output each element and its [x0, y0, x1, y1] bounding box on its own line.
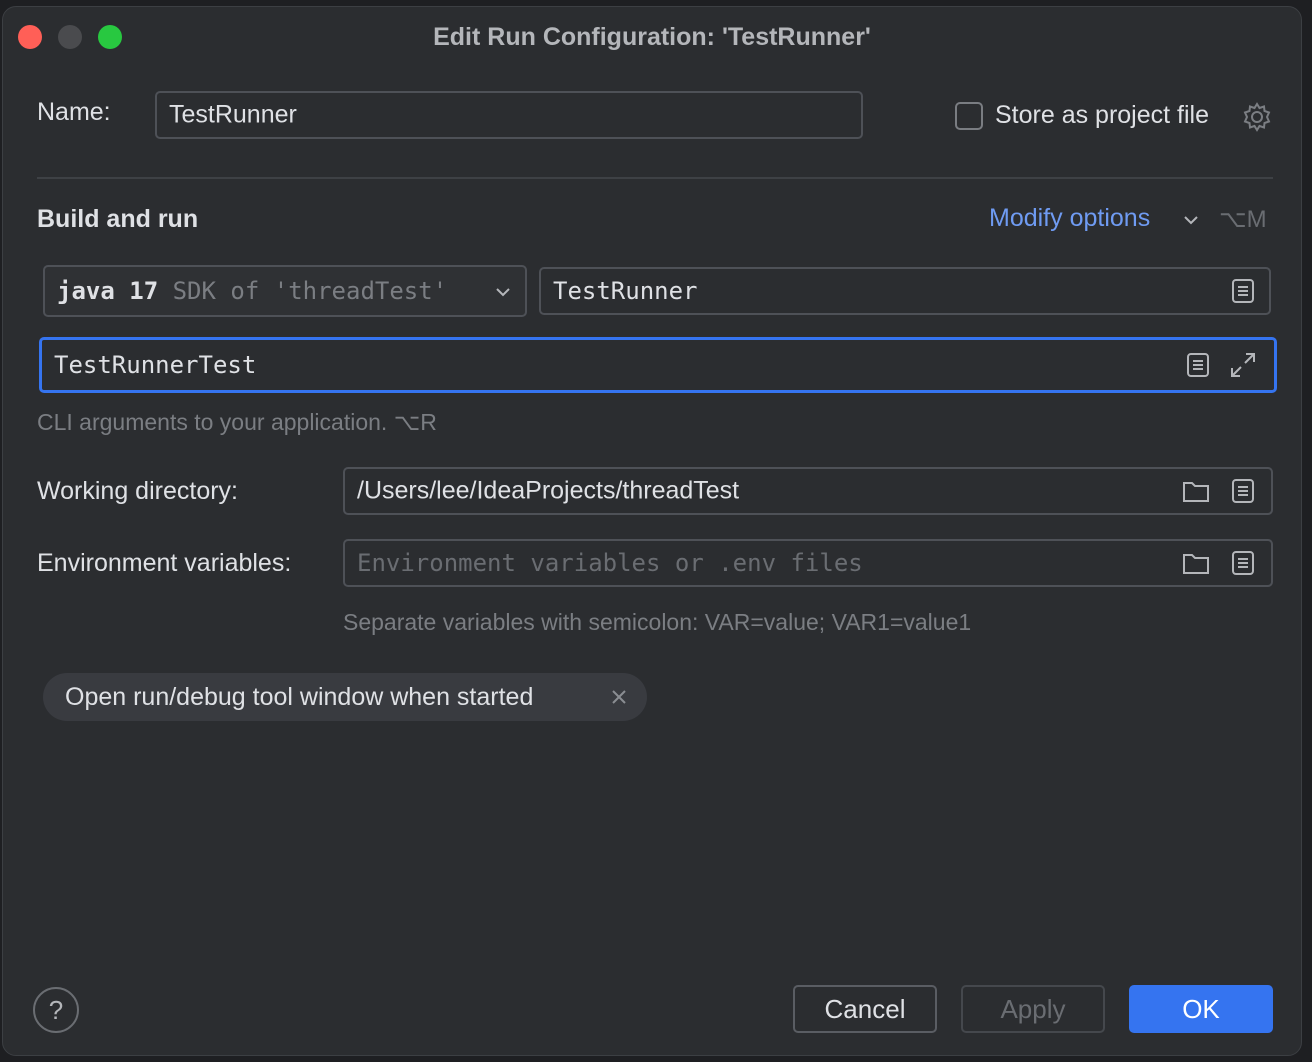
browse-class-icon[interactable] [1229, 277, 1257, 305]
name-input[interactable]: TestRunner [155, 91, 863, 139]
open-tool-window-option: Open run/debug tool window when started [43, 673, 647, 721]
folder-icon[interactable] [1181, 549, 1211, 577]
close-icon[interactable] [609, 687, 629, 707]
expand-icon[interactable] [1228, 350, 1258, 380]
modify-options-shortcut: ⌥M [1219, 206, 1267, 233]
chevron-down-icon[interactable] [493, 282, 513, 302]
environment-variables-input[interactable]: Environment variables or .env files [343, 539, 1273, 587]
environment-variables-label: Environment variables: [37, 549, 292, 577]
help-button[interactable]: ? [33, 987, 79, 1033]
sdk-version: java 17 [57, 277, 159, 305]
run-config-dialog: Edit Run Configuration: 'TestRunner' Nam… [2, 6, 1302, 1056]
gear-icon[interactable] [1241, 101, 1273, 133]
working-directory-label: Working directory: [37, 477, 238, 505]
ok-button[interactable]: OK [1129, 985, 1273, 1033]
working-directory-value: /Users/lee/IdeaProjects/threadTest [357, 476, 740, 505]
store-as-project-file-label[interactable]: Store as project file [995, 101, 1209, 130]
folder-icon[interactable] [1181, 477, 1211, 505]
environment-variables-placeholder: Environment variables or .env files [357, 549, 863, 577]
program-arguments-hint: CLI arguments to your application. ⌥R [37, 409, 437, 435]
insert-macro-icon[interactable] [1229, 477, 1257, 505]
chevron-down-icon[interactable] [1181, 210, 1201, 230]
insert-macro-icon[interactable] [1184, 351, 1212, 379]
modify-options-link[interactable]: Modify options [989, 204, 1150, 233]
apply-button[interactable]: Apply [961, 985, 1105, 1033]
name-label: Name: [37, 98, 111, 126]
dialog-title: Edit Run Configuration: 'TestRunner' [433, 23, 871, 51]
name-input-value: TestRunner [169, 100, 297, 129]
environment-variables-hint: Separate variables with semicolon: VAR=v… [343, 609, 972, 635]
store-as-project-file-checkbox[interactable] [955, 102, 983, 130]
sdk-select[interactable]: java 17 SDK of 'threadTest' [43, 265, 527, 317]
cancel-button[interactable]: Cancel [793, 985, 937, 1033]
program-arguments-input[interactable]: TestRunnerTest [39, 337, 1277, 393]
insert-macro-icon[interactable] [1229, 549, 1257, 577]
main-class-input[interactable]: TestRunner [539, 267, 1271, 315]
section-divider [37, 177, 1273, 179]
sdk-select-value: java 17 SDK of 'threadTest' [57, 277, 447, 305]
title-bar: Edit Run Configuration: 'TestRunner' [3, 7, 1301, 67]
sdk-detail: SDK of 'threadTest' [172, 277, 448, 305]
build-and-run-title: Build and run [37, 205, 199, 233]
program-arguments-value: TestRunnerTest [54, 351, 257, 379]
working-directory-input[interactable]: /Users/lee/IdeaProjects/threadTest [343, 467, 1273, 515]
open-tool-window-label: Open run/debug tool window when started [65, 683, 534, 711]
main-class-value: TestRunner [553, 277, 698, 305]
